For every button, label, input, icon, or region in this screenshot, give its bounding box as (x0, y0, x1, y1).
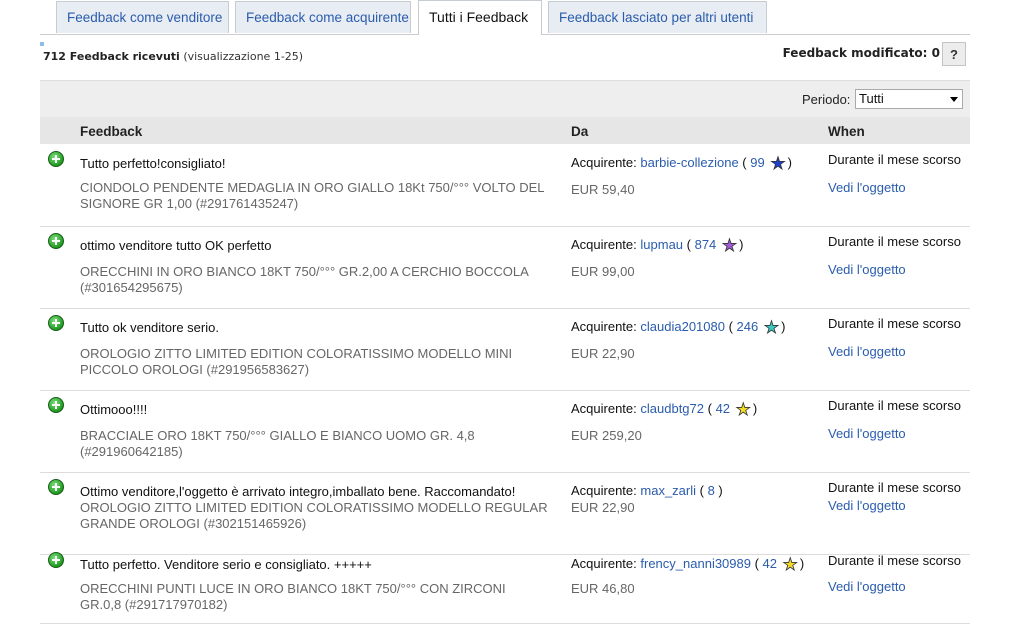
feedback-row: Ottimooo!!!! BRACCIALE ORO 18KT 750/°°° G… (40, 390, 970, 473)
feedback-comment: Ottimo venditore,l'oggetto è arrivato in… (80, 484, 516, 499)
buyer-username-link[interactable]: frency_nanni30989 (640, 556, 751, 571)
purple-star-icon: ★ (721, 236, 738, 255)
filter-bar: Periodo: Tutti (40, 80, 970, 118)
feedback-row: Ottimo venditore,l'oggetto è arrivato in… (40, 472, 970, 555)
feedback-score-link[interactable]: 99 (750, 155, 764, 170)
feedback-count: 712 Feedback ricevuti (43, 50, 180, 63)
item-title: ORECCHINI IN ORO BIANCO 18KT 750/°°° GR.… (80, 264, 529, 295)
view-item-link[interactable]: Vedi l'oggetto (828, 579, 906, 594)
positive-feedback-icon (48, 397, 64, 413)
tab-all-feedback[interactable]: Tutti i Feedback (418, 0, 542, 35)
buyer-info: Acquirente: claudia201080 ( 246 ★) (571, 318, 786, 337)
view-item-link[interactable]: Vedi l'oggetto (828, 262, 906, 277)
period-value: Tutti (859, 91, 884, 106)
buyer-info: Acquirente: barbie-collezione ( 99 ★) (571, 154, 792, 173)
feedback-modified: Feedback modificato: 0 (782, 46, 940, 60)
item-title: ORECCHINI PUNTI LUCE IN ORO BIANCO 18KT … (80, 581, 506, 612)
positive-feedback-icon (48, 552, 64, 568)
item-price: EUR 46,80 (571, 581, 635, 596)
feedback-when: Durante il mese scorso (828, 480, 961, 495)
item-price: EUR 99,00 (571, 264, 635, 279)
buyer-username-link[interactable]: barbie-collezione (640, 155, 738, 170)
buyer-username-link[interactable]: lupmau (640, 237, 683, 252)
feedback-when: Durante il mese scorso (828, 398, 961, 413)
item-price: EUR 22,90 (571, 346, 635, 361)
buyer-role: Acquirente: (571, 155, 637, 170)
view-item-link[interactable]: Vedi l'oggetto (828, 180, 906, 195)
feedback-row: ottimo venditore tutto OK perfetto ORECCH… (40, 226, 970, 309)
tab-left-for-others[interactable]: Feedback lasciato per altri utenti (548, 1, 767, 33)
column-when: When (828, 124, 865, 139)
period-label: Periodo: (802, 92, 851, 107)
feedback-when: Durante il mese scorso (828, 553, 961, 568)
feedback-score-link[interactable]: 42 (716, 401, 730, 416)
column-from: Da (571, 124, 589, 139)
buyer-info: Acquirente: claudbtg72 ( 42 ★) (571, 400, 758, 419)
buyer-role: Acquirente: (571, 401, 637, 416)
tab-seller-feedback[interactable]: Feedback come venditore (56, 1, 229, 33)
buyer-info: Acquirente: frency_nanni30989 ( 42 ★) (571, 555, 805, 574)
feedback-when: Durante il mese scorso (828, 234, 961, 249)
marker-dot (40, 42, 44, 46)
feedback-range: (visualizzazione 1-25) (183, 50, 304, 63)
buyer-role: Acquirente: (571, 237, 637, 252)
feedback-comment: Tutto perfetto. Venditore serio e consig… (80, 557, 372, 572)
item-title: OROLOGIO ZITTO LIMITED EDITION COLORATIS… (80, 500, 548, 531)
item-title: BRACCIALE ORO 18KT 750/°°° GIALLO E BIAN… (80, 428, 475, 459)
table-header: Feedback Da When (40, 117, 970, 144)
buyer-role: Acquirente: (571, 556, 637, 571)
yellow-star-icon: ★ (782, 555, 798, 574)
feedback-tabs: Feedback come venditore Feedback come ac… (40, 0, 970, 35)
positive-feedback-icon (48, 151, 64, 167)
blue-star-icon: ★ (770, 154, 786, 173)
feedback-score-link[interactable]: 42 (763, 556, 777, 571)
view-item-link[interactable]: Vedi l'oggetto (828, 344, 906, 359)
tab-buyer-feedback[interactable]: Feedback come acquirente (235, 1, 411, 33)
feedback-score-link[interactable]: 874 (695, 237, 717, 252)
feedback-when: Durante il mese scorso (828, 152, 961, 167)
view-item-link[interactable]: Vedi l'oggetto (828, 426, 906, 441)
item-price: EUR 259,20 (571, 428, 642, 443)
column-feedback: Feedback (80, 124, 143, 139)
buyer-role: Acquirente: (571, 319, 637, 334)
positive-feedback-icon (48, 479, 64, 495)
positive-feedback-icon (48, 233, 64, 249)
feedback-comment: Tutto perfetto!consigliato! (80, 156, 226, 171)
feedback-summary: 712 Feedback ricevuti (visualizzazione 1… (43, 50, 303, 63)
feedback-row: Tutto perfetto. Venditore serio e consig… (40, 545, 970, 624)
buyer-username-link[interactable]: max_zarli (640, 483, 696, 498)
positive-feedback-icon (48, 315, 64, 331)
buyer-info: Acquirente: lupmau ( 874 ★) (571, 236, 744, 255)
dropdown-arrow-icon (950, 97, 958, 102)
yellow-star-icon: ★ (735, 400, 751, 419)
feedback-score-link[interactable]: 246 (737, 319, 759, 334)
feedback-comment: ottimo venditore tutto OK perfetto (80, 238, 272, 253)
buyer-username-link[interactable]: claudbtg72 (640, 401, 704, 416)
period-select[interactable]: Tutti (855, 89, 963, 109)
view-item-link[interactable]: Vedi l'oggetto (828, 498, 906, 513)
feedback-when: Durante il mese scorso (828, 316, 961, 331)
turquoise-star-icon: ★ (763, 318, 780, 337)
item-title: OROLOGIO ZITTO LIMITED EDITION COLORATIS… (80, 346, 513, 377)
feedback-comment: Ottimooo!!!! (80, 402, 148, 417)
feedback-score-link[interactable]: 8 (708, 483, 715, 498)
buyer-username-link[interactable]: claudia201080 (640, 319, 725, 334)
buyer-role: Acquirente: (571, 483, 637, 498)
item-price: EUR 22,90 (571, 500, 635, 515)
buyer-info: Acquirente: max_zarli ( 8 ) (571, 483, 723, 498)
item-price: EUR 59,40 (571, 182, 635, 197)
item-title: CIONDOLO PENDENTE MEDAGLIA IN ORO GIALLO… (80, 180, 544, 211)
feedback-row: Tutto perfetto!consigliato! CIONDOLO PEND… (40, 144, 970, 227)
feedback-row: Tutto ok venditore serio. OROLOGIO ZITTO … (40, 308, 970, 391)
help-button[interactable]: ? (942, 42, 966, 66)
feedback-comment: Tutto ok venditore serio. (80, 320, 219, 335)
